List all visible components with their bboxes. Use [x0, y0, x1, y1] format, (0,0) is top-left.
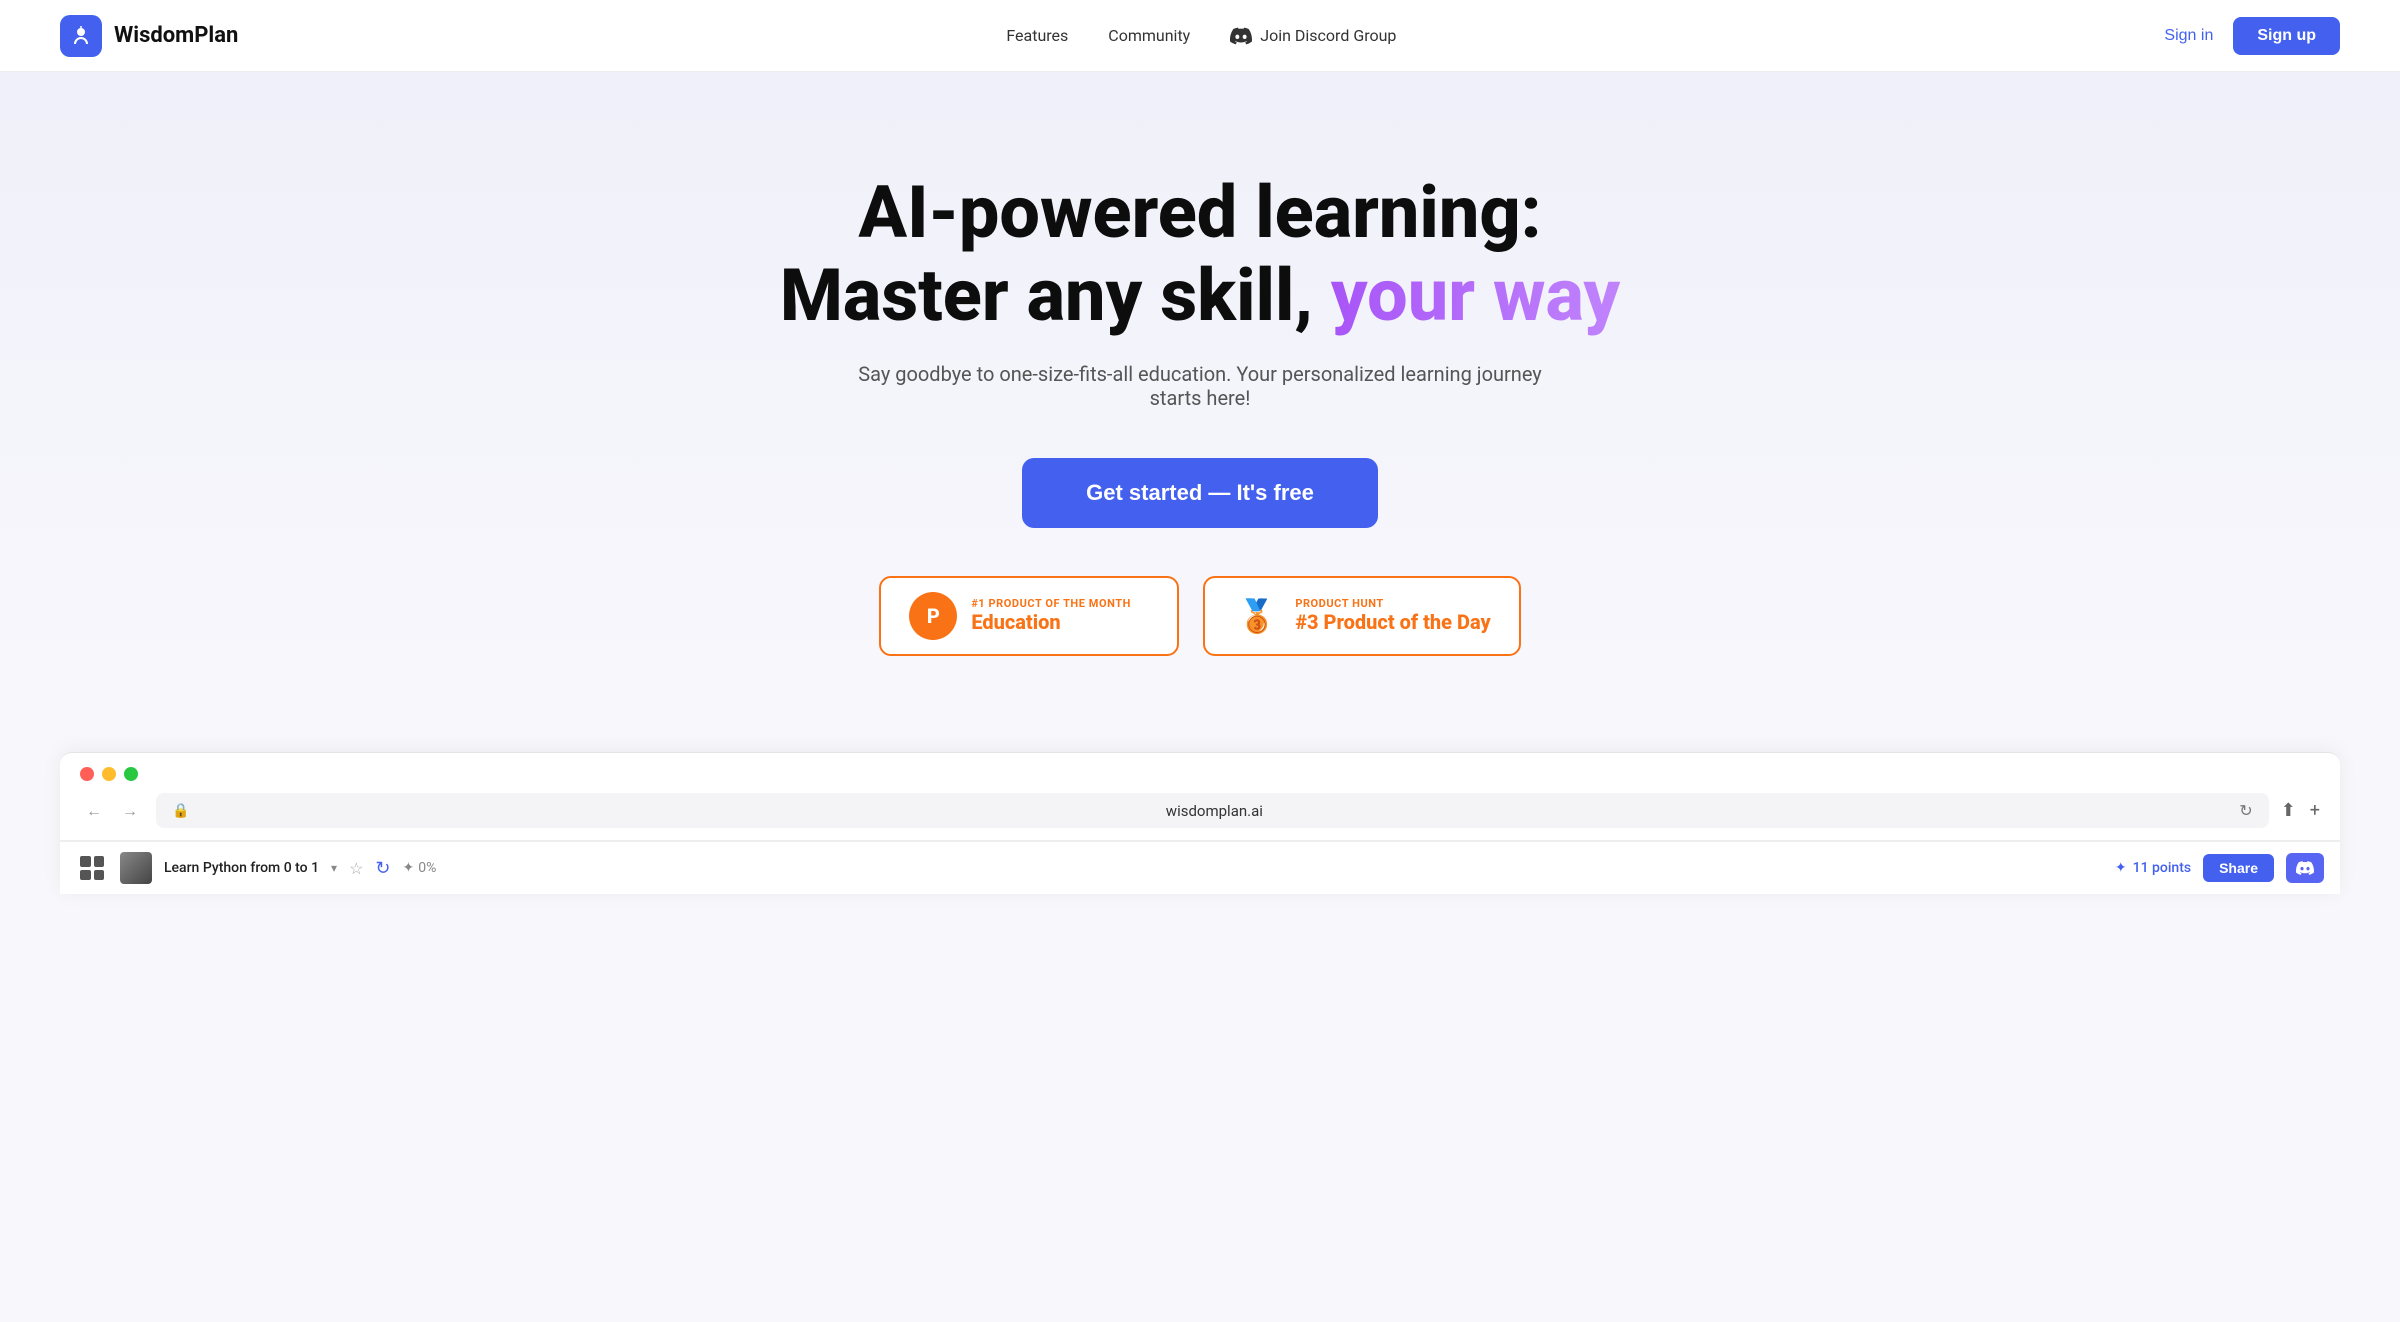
- browser-action-buttons: ⬆ +: [2281, 800, 2320, 821]
- tab-magic-area: ✦ 0%: [403, 860, 437, 876]
- dot-maximize[interactable]: [124, 767, 138, 781]
- hero-title-gradient: your way: [1331, 253, 1620, 338]
- dot-minimize[interactable]: [102, 767, 116, 781]
- lock-icon: 🔒: [172, 803, 189, 819]
- badge-product-day[interactable]: 🥉 PRODUCT HUNT #3 Product of the Day: [1203, 576, 1520, 656]
- hero-title-line1: AI-powered learning:: [858, 170, 1541, 255]
- progress-label: 0%: [418, 860, 436, 876]
- points-icon: ✦: [2115, 860, 2127, 876]
- share-button[interactable]: Share: [2203, 854, 2274, 882]
- badge-day-label: PRODUCT HUNT: [1295, 597, 1383, 610]
- hero-section: AI-powered learning: Master any skill, y…: [0, 72, 2400, 752]
- sign-in-button[interactable]: Sign in: [2164, 27, 2213, 45]
- tab-title: Learn Python from 0 to 1: [164, 860, 319, 876]
- tab-star-icon[interactable]: ☆: [349, 859, 363, 878]
- reload-icon[interactable]: ↻: [2239, 801, 2252, 820]
- browser-tab-bar: Learn Python from 0 to 1 ▾ ☆ ↻ ✦ 0% ✦ 11…: [60, 841, 2340, 894]
- points-label: 11 points: [2133, 860, 2191, 876]
- back-arrow[interactable]: ←: [80, 797, 108, 825]
- badge-ph-icon: P: [909, 592, 957, 640]
- new-tab-icon[interactable]: +: [2310, 800, 2320, 821]
- browser-url-bar[interactable]: 🔒 wisdomplan.ai ↻: [156, 793, 2269, 828]
- tab-reload-icon[interactable]: ↻: [375, 858, 390, 879]
- tab-discord-icon: [2296, 859, 2314, 877]
- magic-icon: ✦: [403, 860, 415, 876]
- badges-container: P #1 PRODUCT OF THE MONTH Education 🥉 PR…: [879, 576, 1520, 656]
- tab-discord-button[interactable]: [2286, 853, 2324, 883]
- discord-link-text: Join Discord Group: [1260, 26, 1396, 45]
- nav-links: Features Community Join Discord Group: [1006, 25, 1396, 47]
- badge-month-text: #1 PRODUCT OF THE MONTH Education: [971, 597, 1131, 634]
- hero-title-line2-plain: Master any skill,: [780, 253, 1313, 338]
- nav-community[interactable]: Community: [1108, 26, 1190, 45]
- points-display: ✦ 11 points: [2115, 860, 2191, 876]
- badge-day-value: #3 Product of the Day: [1295, 610, 1490, 634]
- cta-button[interactable]: Get started — It's free: [1022, 458, 1378, 528]
- tab-favicon-image: [120, 852, 152, 884]
- browser-controls: ← → 🔒 wisdomplan.ai ↻ ⬆ +: [80, 793, 2320, 840]
- nav-discord[interactable]: Join Discord Group: [1230, 25, 1396, 47]
- hero-subtitle: Say goodbye to one-size-fits-all educati…: [850, 362, 1550, 410]
- forward-arrow[interactable]: →: [116, 797, 144, 825]
- tab-grid-icon[interactable]: [76, 852, 108, 884]
- sign-up-button[interactable]: Sign up: [2233, 17, 2340, 55]
- share-action-icon[interactable]: ⬆: [2281, 800, 2296, 821]
- logo[interactable]: WisdomPlan: [60, 15, 238, 57]
- tab-favicon: [120, 852, 152, 884]
- browser-window: ← → 🔒 wisdomplan.ai ↻ ⬆ + Learn Python f…: [60, 752, 2340, 894]
- url-text: wisdomplan.ai: [197, 802, 2231, 820]
- discord-icon: [1230, 25, 1252, 47]
- browser-dots: [80, 767, 2320, 781]
- browser-chrome: ← → 🔒 wisdomplan.ai ↻ ⬆ +: [60, 753, 2340, 841]
- nav-actions: Sign in Sign up: [2164, 17, 2340, 55]
- logo-text: WisdomPlan: [114, 23, 238, 48]
- badge-award-icon: 🥉: [1233, 592, 1281, 640]
- badge-month-label: #1 PRODUCT OF THE MONTH: [971, 597, 1131, 610]
- tab-chevron-icon[interactable]: ▾: [331, 861, 337, 875]
- dot-close[interactable]: [80, 767, 94, 781]
- badge-month-value: Education: [971, 610, 1060, 634]
- badge-product-month[interactable]: P #1 PRODUCT OF THE MONTH Education: [879, 576, 1179, 656]
- hero-title: AI-powered learning: Master any skill, y…: [780, 172, 1620, 338]
- navbar: WisdomPlan Features Community Join Disco…: [0, 0, 2400, 72]
- badge-day-text: PRODUCT HUNT #3 Product of the Day: [1295, 597, 1490, 634]
- nav-features[interactable]: Features: [1006, 26, 1068, 45]
- logo-icon: [60, 15, 102, 57]
- browser-arrows: ← →: [80, 797, 144, 825]
